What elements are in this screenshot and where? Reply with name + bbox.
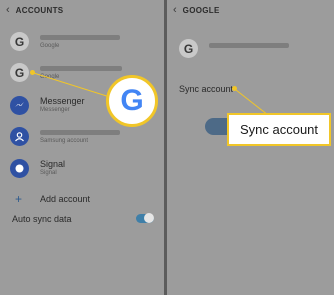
blurred-account-name <box>40 66 122 71</box>
back-arrow-icon[interactable]: ‹ <box>173 4 177 16</box>
account-type: Signal <box>40 170 57 176</box>
page-title: ACCOUNTS <box>15 5 64 15</box>
google-g-icon: G <box>179 39 198 58</box>
account-name: Signal <box>40 159 66 169</box>
callout-label: Sync account <box>239 122 319 137</box>
back-arrow-icon[interactable]: ‹ <box>6 4 10 16</box>
google-g-icon: G <box>10 32 29 51</box>
add-account-label: Add account <box>40 194 91 204</box>
google-logo-icon: G <box>120 84 144 117</box>
blurred-account-name <box>40 130 120 135</box>
google-logo-callout: G <box>106 75 158 127</box>
page-title: GOOGLE <box>182 5 220 15</box>
samsung-account-icon <box>10 127 29 146</box>
plus-icon: + <box>15 192 23 206</box>
auto-sync-label: Auto sync data <box>12 214 72 224</box>
account-row-signal[interactable]: Signal Signal <box>0 154 164 182</box>
account-row-samsung[interactable]: Samsung account <box>0 122 164 150</box>
sync-account-label: Sync account <box>179 84 234 94</box>
callout-dot-right <box>232 86 237 91</box>
sync-account-callout: Sync account <box>227 113 331 146</box>
google-account-panel: ‹ GOOGLE G Sync account <box>167 0 334 295</box>
accounts-header: ‹ ACCOUNTS <box>0 0 164 20</box>
blurred-account-email <box>209 43 289 48</box>
auto-sync-row[interactable]: Auto sync data <box>0 206 164 234</box>
callout-dot-left <box>30 70 35 75</box>
account-type: Messenger <box>40 107 70 113</box>
account-row-google-1[interactable]: G Google <box>0 27 164 55</box>
google-g-icon: G <box>10 63 29 82</box>
account-type: Samsung account <box>40 138 89 144</box>
account-type: Google <box>40 43 60 49</box>
account-name: Messenger <box>40 96 85 106</box>
google-account-header: G <box>167 34 334 62</box>
google-header: ‹ GOOGLE <box>167 0 334 20</box>
messenger-icon <box>10 96 29 115</box>
blurred-account-name <box>40 35 120 40</box>
accounts-panel: ‹ ACCOUNTS G Google G Google Messenger M… <box>0 0 164 295</box>
toggle-knob <box>144 213 154 223</box>
signal-icon <box>10 159 29 178</box>
sync-account-row[interactable]: Sync account <box>167 80 334 108</box>
